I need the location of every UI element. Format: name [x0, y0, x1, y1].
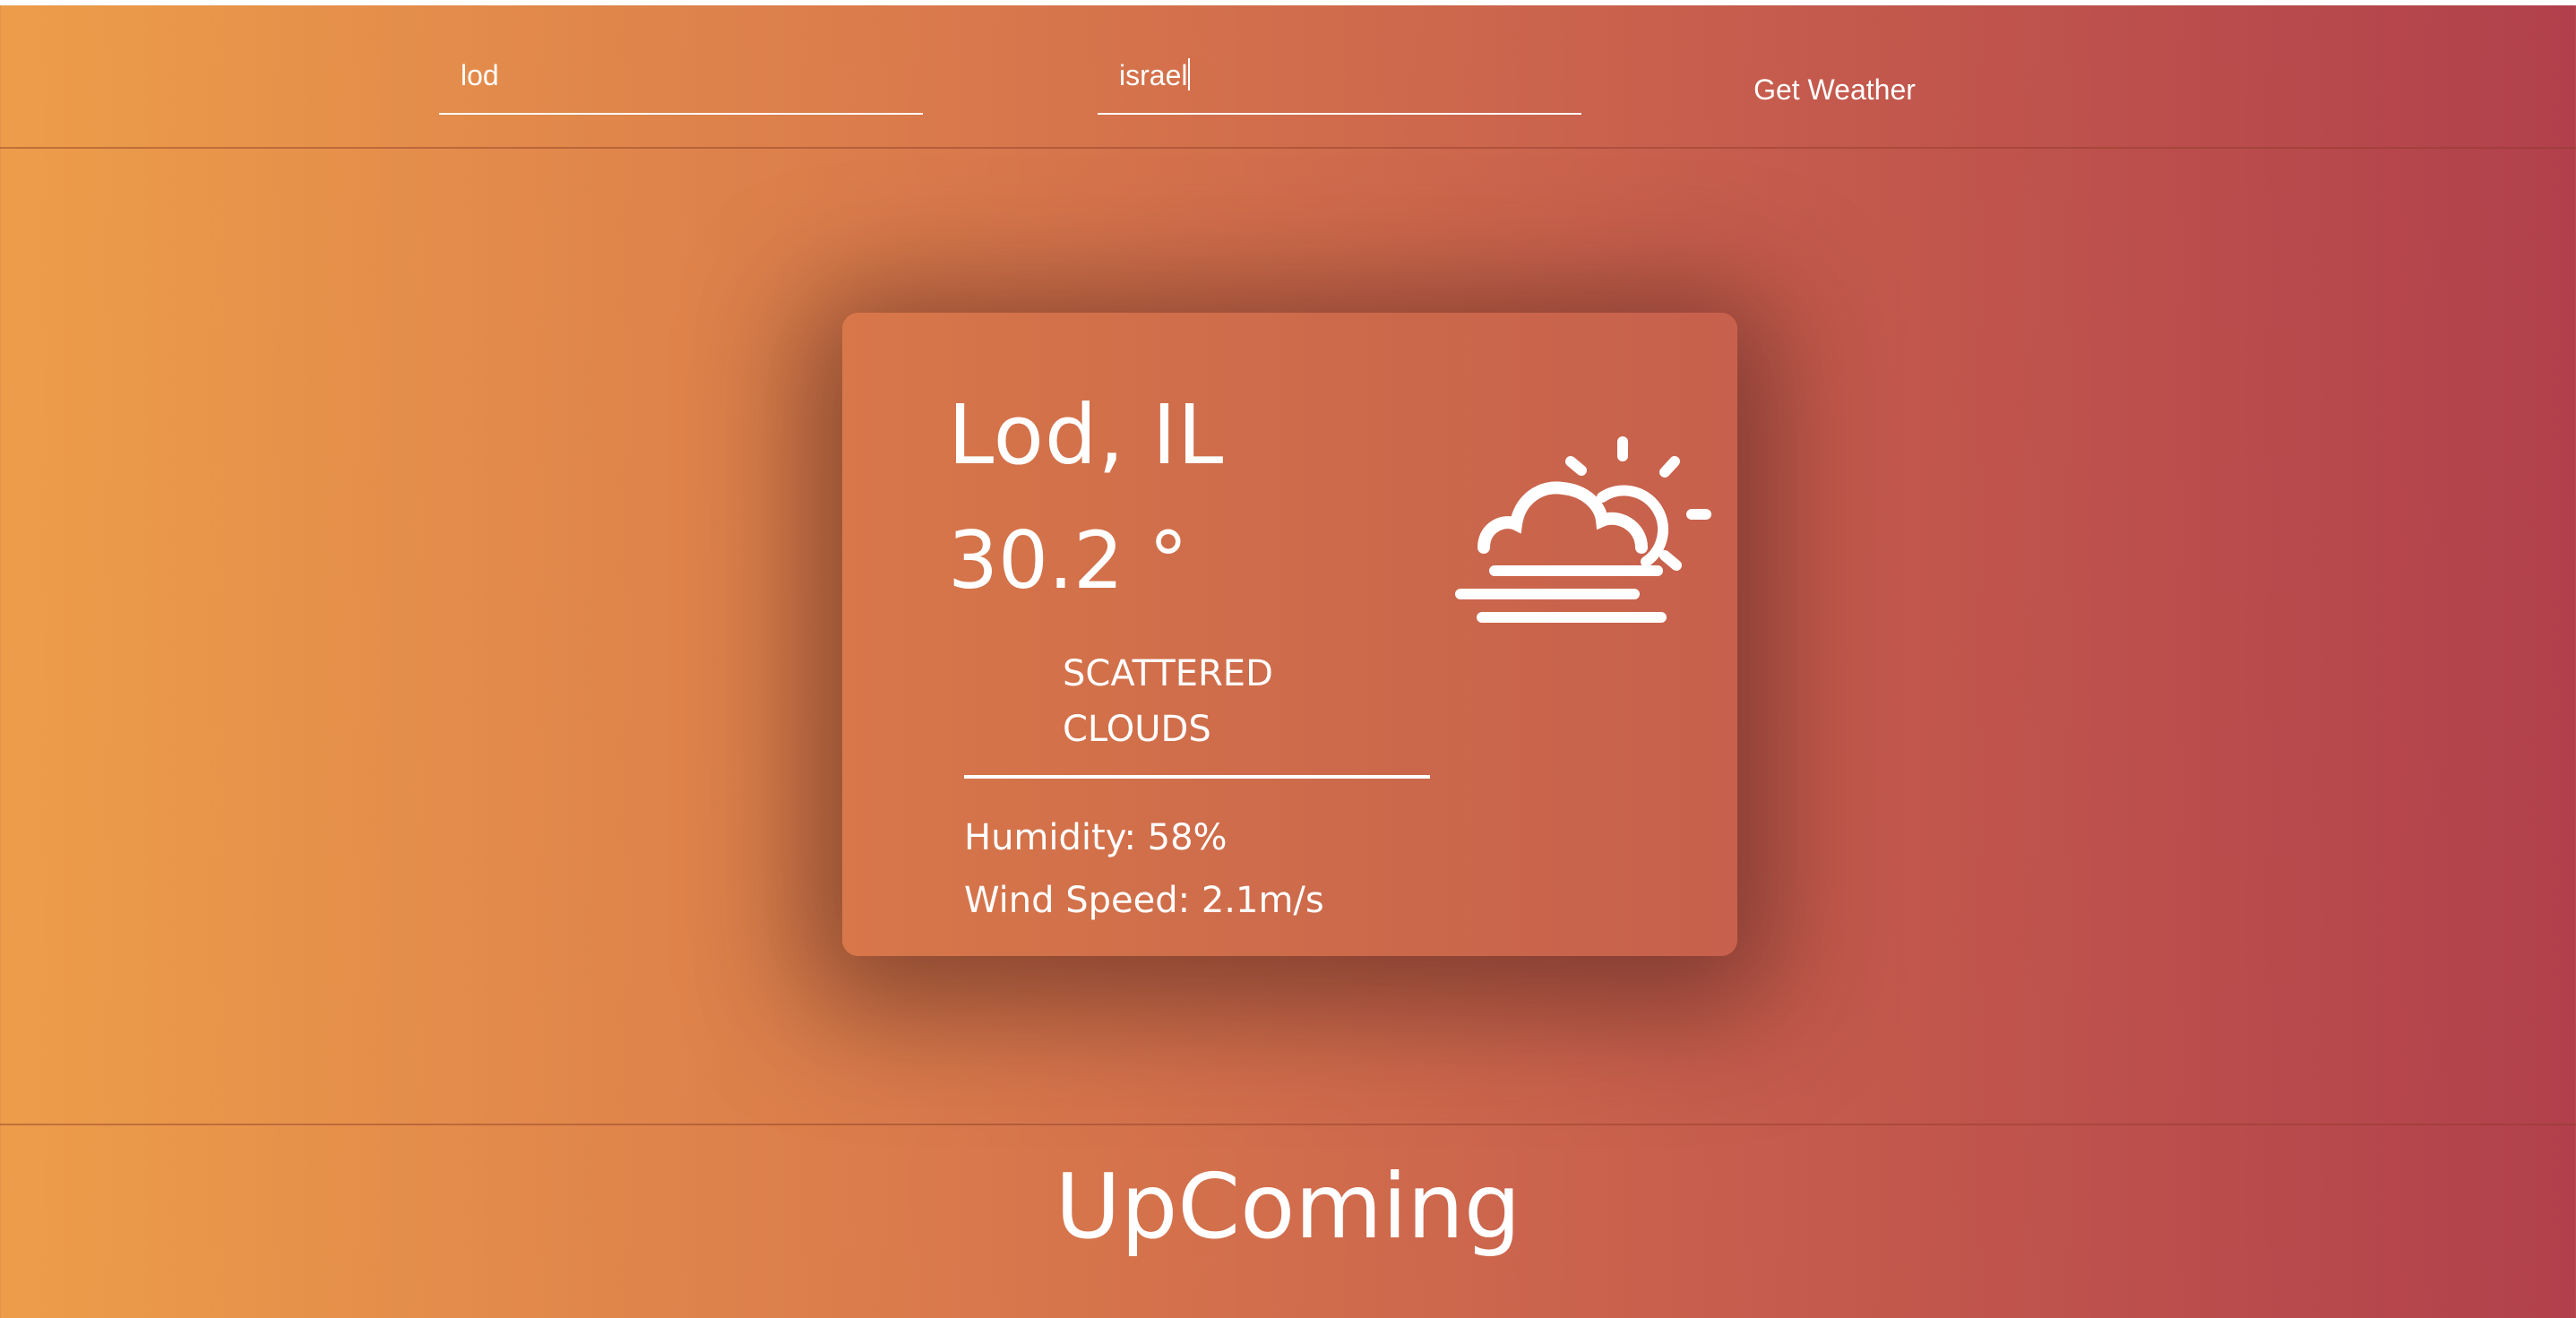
country-input-value: israel — [1119, 59, 1188, 91]
city-input[interactable]: lod — [439, 56, 923, 115]
wind-speed-text: Wind Speed: 2.1m/s — [964, 880, 1324, 921]
humidity-text: Humidity: 58% — [964, 817, 1228, 858]
temperature-value: 30.2 ° — [948, 514, 1188, 607]
weather-description: Scattered Clouds — [1063, 653, 1273, 750]
forecast-heading: UpComing — [1055, 1154, 1521, 1259]
location-title: Lod, IL — [948, 387, 1225, 483]
text-caret — [1188, 58, 1191, 90]
card-divider — [964, 775, 1430, 779]
partly-cloudy-fog-icon — [1455, 436, 1711, 623]
country-input[interactable]: israel — [1098, 56, 1581, 115]
search-bar: lod israel Get Weather — [0, 5, 2576, 149]
city-input-value: lod — [461, 59, 499, 91]
current-weather-card: Lod, IL 30.2 ° Scattered Clouds Humidity… — [842, 313, 1737, 956]
get-weather-button[interactable]: Get Weather — [1738, 70, 1931, 109]
